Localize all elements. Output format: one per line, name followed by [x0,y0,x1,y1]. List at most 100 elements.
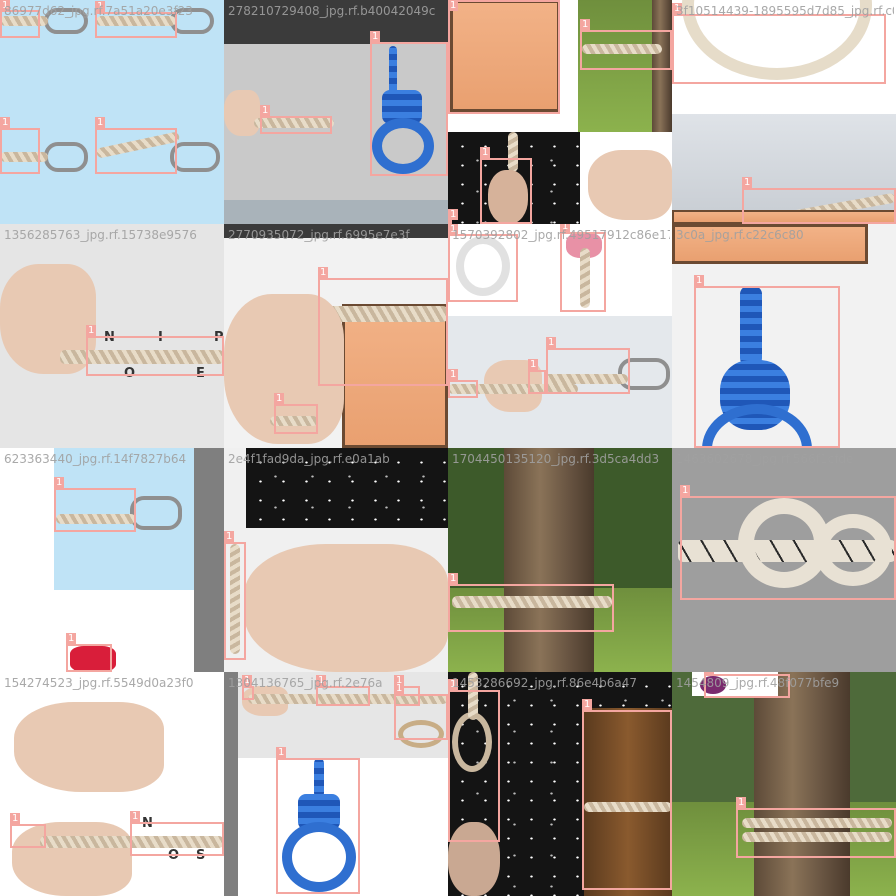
bbox-label: 1 [736,797,747,808]
bbox [95,128,177,174]
bbox-label: 1 [694,275,705,286]
tile-7[interactable]: 1 3c0a_jpg.rf.c22c6c80 [672,224,896,448]
bbox-label: 1 [560,224,571,232]
bbox-label: 1 [580,19,591,30]
bbox-label: 1 [0,0,11,11]
bbox [394,694,448,740]
bbox [370,42,448,176]
bbox-label: 1 [448,679,459,690]
bbox [680,496,896,600]
bbox [448,380,478,398]
tile-0[interactable]: 1 1 1 1 86977d62_jpg.rf.7a51a20e3f23 [0,0,224,224]
bbox-label: 1 [224,531,235,542]
bbox-label: 1 [528,359,539,370]
hand [588,150,672,220]
tile-6[interactable]: 1 1 1 1 1 1570392802_jpg.rf.49517912c86e… [448,224,672,448]
carabiner-icon [44,142,88,172]
bbox-label: 1 [394,683,405,694]
bbox-label: 1 [546,337,557,348]
bbox [95,12,177,38]
carabiner-icon [130,496,182,530]
tile-3[interactable]: 1 1 3f10514439-1895595d7d85_jpg.rf.c0ea8… [672,0,896,224]
bbox-label: 1 [448,224,459,235]
bbox-label: 1 [260,105,271,116]
bbox [560,232,606,312]
tile-15[interactable]: 1 1 1454809_jpg.rf.48f077bfe9 [672,672,896,896]
bbox [546,348,630,394]
bbox-label: 1 [95,1,106,12]
bbox-label: 1 [582,699,593,710]
hand [224,90,260,136]
bbox-label: 1 [672,3,683,14]
bbox [274,404,318,434]
bbox [0,128,40,174]
tile-4[interactable]: N I P O E 1 1356285763_jpg.rf.15738e9576 [0,224,224,448]
bbox [316,686,370,706]
tile-13[interactable]: 1 1 1 1 1 1304136765_jpg.rf.2e76a [224,672,448,896]
bbox-label: 1 [95,117,106,128]
bbox [480,158,532,224]
bbox-label: 1 [480,147,491,158]
tile-14[interactable]: 1 1 1453286692_jpg.rf.86e4b6a47 [448,672,672,896]
bbox-label: 1 [276,747,287,758]
bbox [704,674,790,698]
bbox-label: 1 [316,675,327,686]
bbox [224,542,246,660]
bbox [528,370,546,394]
tile-12[interactable]: N O S 1 1 154274523_jpg.rf.5549d0a23f0 [0,672,224,896]
tile-5[interactable]: 1 1 2770935072_jpg.rf.6995e7e3f [224,224,448,448]
bbox-label: 1 [242,675,253,686]
tile-9[interactable]: 1 2e4f1fad9da_jpg.rf.e0a1ab [224,448,448,672]
bbox [736,808,896,858]
file-name: 1463602678_jpg.rf.566f1cfde [676,452,854,466]
mosaic-grid: 1 1 1 1 86977d62_jpg.rf.7a51a20e3f23 1 1… [0,0,896,896]
carabiner-icon [44,8,88,34]
bbox-label: 1 [0,117,11,128]
bbox-label: 1 [54,477,65,488]
bbox-label: 1 [66,633,77,644]
bbox-label: 1 [680,485,691,496]
bbox [448,690,500,842]
tree-trunk [754,672,850,896]
bbox-label: 1 [370,31,381,42]
bbox [448,584,614,632]
bbox [742,188,896,224]
hand [244,544,448,672]
bbox-label: 1 [448,0,459,11]
tile-10[interactable]: 1 1704450135120_jpg.rf.3d5ca4dd3 [448,448,672,672]
bbox [318,278,448,386]
bbox [130,822,224,856]
bbox [86,336,224,376]
bbox-label: 1 [448,369,459,380]
bbox-label: 1 [274,393,285,404]
starry-background [246,448,448,528]
bbox-label: 1 [448,209,459,220]
bbox [448,0,560,114]
bbox [66,644,112,672]
bbox [242,686,254,700]
bbox-label: 1 [742,177,753,188]
bbox [672,14,886,84]
bbox-label: 1 [318,267,329,278]
bbox-label: 1 [704,672,715,674]
bbox [260,116,332,134]
bbox-label: 1 [448,573,459,584]
file-name: 154274523_jpg.rf.5549d0a23f0 [4,676,194,690]
bbox [448,234,518,302]
bbox-label: 1 [130,811,141,822]
bbox-label: 1 [86,325,97,336]
tile-11[interactable]: 1 1463602678_jpg.rf.566f1cfde [672,448,896,672]
tile-2[interactable]: 1 1 1 1 [448,0,672,224]
wood-board [672,224,868,264]
file-name: 1356285763_jpg.rf.15738e9576 [4,228,197,242]
tile-1[interactable]: 1 1 278210729408_jpg.rf.b40042049c [224,0,448,224]
bbox [580,30,672,70]
bbox [582,710,672,890]
bbox [276,758,360,894]
bbox [0,10,40,38]
tree-trunk [504,448,594,672]
hand [14,702,164,792]
bbox-label: 1 [10,813,21,824]
bbox [694,286,840,448]
tile-8[interactable]: 1 1 623363440_jpg.rf.14f7827b64 [0,448,224,672]
